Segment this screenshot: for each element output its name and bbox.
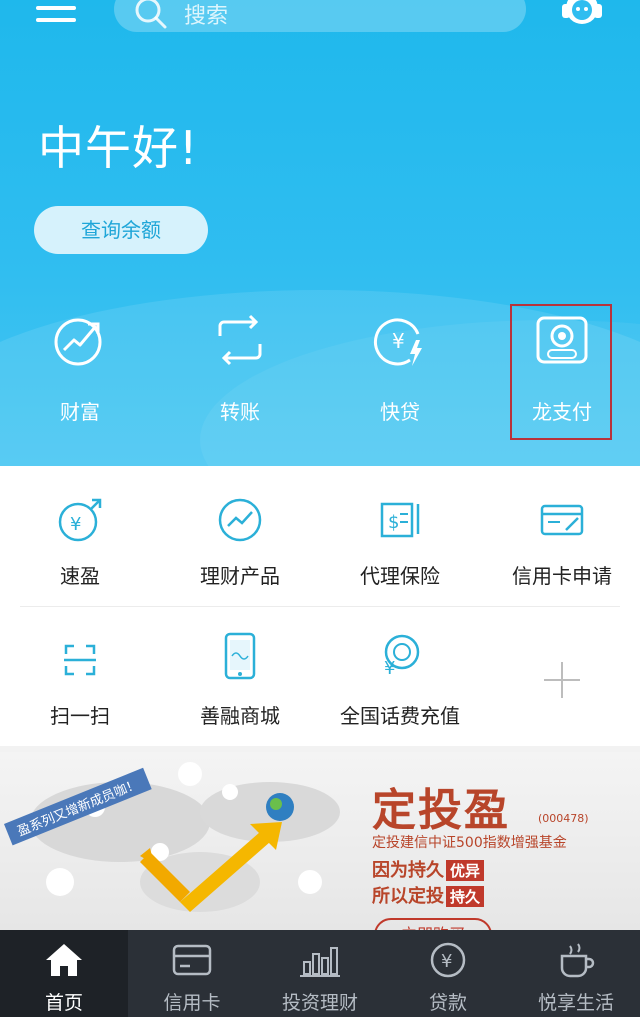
service-grid: ¥ 速盈 理财产品 $ 代理保险 信用卡申请 扫一扫 善融商城 ¥ 全国话费充值: [0, 466, 640, 746]
search-placeholder: 搜索: [184, 4, 229, 29]
action-dragon-pay[interactable]: 龙支付: [482, 300, 640, 440]
nav-lifestyle[interactable]: 悦享生活: [512, 930, 640, 1017]
grid-divider: [20, 606, 620, 607]
grid-item-add[interactable]: [482, 626, 640, 756]
credit-card-icon: [172, 944, 212, 976]
insurance-icon: $: [380, 502, 420, 538]
add-icon: [544, 662, 580, 698]
nav-loan[interactable]: ¥ 贷款: [384, 930, 512, 1017]
action-quick-loan[interactable]: ¥ 快贷: [320, 300, 480, 440]
action-label: 转账: [220, 400, 260, 424]
svg-text:¥: ¥: [392, 329, 405, 353]
quick-loan-icon: ¥: [374, 318, 422, 366]
grid-item-insurance[interactable]: $ 代理保险: [320, 486, 480, 616]
hero-section: 搜索 中午好! 查询余额 财富 转账 ¥ 快贷 龙支付: [0, 0, 640, 466]
phone-recharge-icon: ¥: [384, 634, 420, 679]
banner-fund-code: (000478): [538, 812, 589, 825]
dragon-pay-icon: [536, 316, 588, 364]
nav-label: 贷款: [428, 992, 467, 1014]
grid-item-scan[interactable]: 扫一扫: [0, 626, 160, 756]
grid-item-su-ying[interactable]: ¥ 速盈: [0, 486, 160, 616]
grid-item-mall[interactable]: 善融商城: [160, 626, 320, 756]
nav-credit-card[interactable]: 信用卡: [128, 930, 256, 1017]
search-input[interactable]: 搜索: [114, 0, 526, 32]
grid-label: 扫一扫: [50, 704, 110, 728]
search-icon: [135, 0, 167, 29]
banner-title: 定投盈: [372, 785, 510, 836]
banner-subtitle: 定投建信中证500指数增强基金: [372, 835, 567, 851]
financial-product-icon: [218, 498, 262, 542]
scan-icon: [64, 644, 96, 676]
svg-text:¥: ¥: [441, 951, 452, 972]
grid-label: 代理保险: [360, 564, 440, 588]
nav-label: 信用卡: [163, 992, 221, 1014]
svg-text:¥: ¥: [384, 658, 395, 679]
banner-line-2-text: 所以定投: [372, 886, 444, 907]
grid-item-credit-card-apply[interactable]: 信用卡申请: [482, 486, 640, 616]
action-wealth[interactable]: 财富: [0, 300, 160, 440]
yen-coin-icon: ¥: [430, 942, 466, 978]
transfer-icon: [218, 314, 262, 366]
nav-investment[interactable]: 投资理财: [256, 930, 384, 1017]
home-icon: [46, 944, 82, 976]
bar-chart-icon: [300, 947, 340, 977]
grid-label: 信用卡申请: [512, 564, 612, 588]
banner-line-2: 所以定投 持久: [372, 882, 485, 908]
action-label: 财富: [60, 400, 100, 424]
grid-label: 善融商城: [200, 704, 280, 728]
mall-phone-icon: [224, 632, 256, 680]
greeting-text: 中午好!: [38, 121, 199, 175]
hamburger-menu-icon[interactable]: [36, 0, 76, 26]
nav-home[interactable]: 首页: [0, 930, 128, 1017]
bottom-navigation: 首页 信用卡 投资理财 ¥ 贷款 悦享生活: [0, 930, 640, 1017]
nav-label: 悦享生活: [537, 992, 614, 1014]
action-transfer[interactable]: 转账: [160, 300, 320, 440]
hero-quick-actions: 财富 转账 ¥ 快贷 龙支付: [0, 300, 640, 450]
action-label: 龙支付: [532, 400, 592, 424]
credit-card-apply-icon: [540, 504, 584, 536]
banner-line-1-text: 因为持久: [372, 860, 444, 881]
grid-item-financial-products[interactable]: 理财产品: [160, 486, 320, 616]
grid-label: 全国话费充值: [340, 704, 460, 728]
banner-line-1-tag: 优异: [446, 860, 485, 881]
svg-text:¥: ¥: [70, 514, 81, 535]
check-balance-button[interactable]: 查询余额: [34, 206, 208, 254]
coffee-cup-icon: [560, 943, 595, 978]
action-label: 快贷: [380, 400, 420, 424]
grid-item-phone-recharge[interactable]: ¥ 全国话费充值: [320, 626, 480, 756]
nav-label: 首页: [44, 992, 83, 1014]
svg-text:$: $: [388, 512, 399, 533]
grid-label: 理财产品: [200, 564, 280, 588]
banner-line-2-tag: 持久: [446, 886, 485, 907]
grid-label: 速盈: [60, 564, 100, 588]
promo-banner[interactable]: 盈系列又增新成员咖！ 定投盈 (000478) 定投建信中证500指数增强基金 …: [0, 752, 640, 932]
su-ying-icon: ¥: [58, 498, 102, 542]
customer-service-icon[interactable]: [556, 0, 608, 34]
nav-label: 投资理财: [281, 992, 358, 1014]
wealth-growth-icon: [54, 318, 102, 366]
banner-line-1: 因为持久 优异: [372, 856, 485, 882]
